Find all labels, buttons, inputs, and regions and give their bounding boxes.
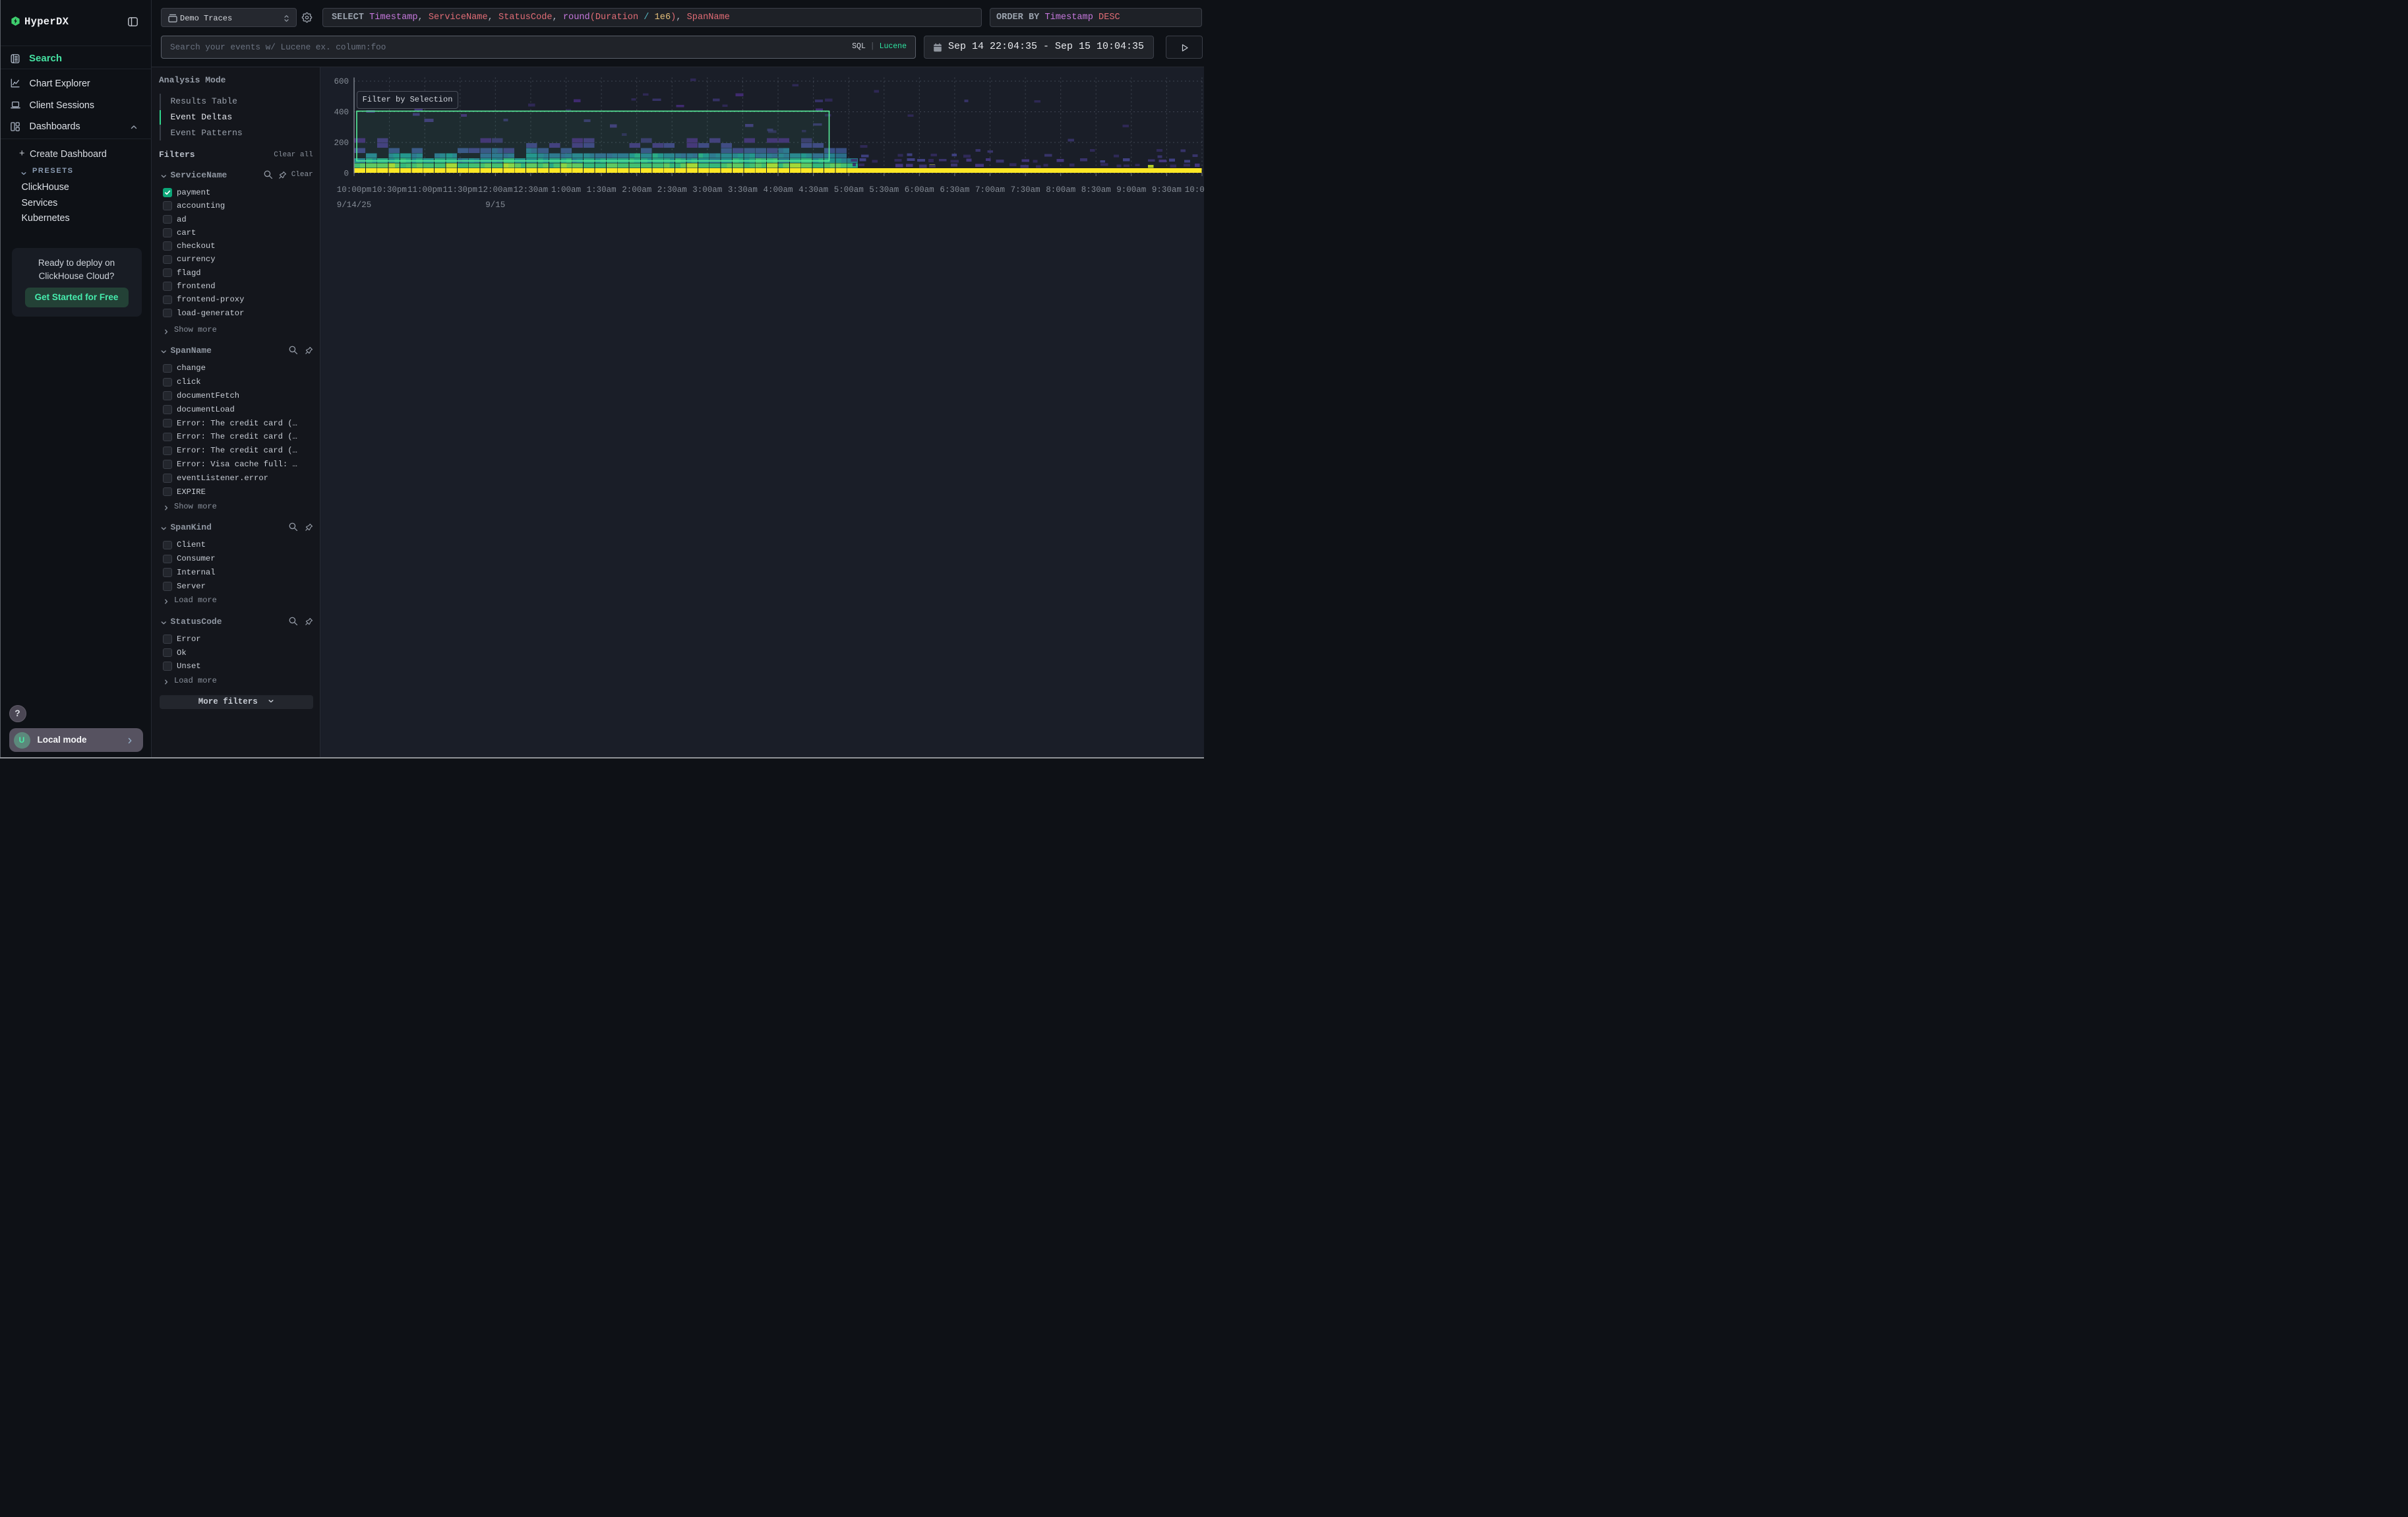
svg-text:2:00am: 2:00am [622,185,651,195]
svg-text:4:30am: 4:30am [798,185,828,195]
svg-text:600: 600 [334,77,349,86]
svg-text:10:00am: 10:00am [1184,185,1204,195]
svg-text:1:30am: 1:30am [586,185,616,195]
svg-text:9/15: 9/15 [485,201,505,210]
svg-text:0: 0 [344,170,349,179]
svg-text:9:30am: 9:30am [1151,185,1181,195]
svg-text:11:30pm: 11:30pm [442,185,477,195]
svg-text:2:30am: 2:30am [657,185,686,195]
svg-text:10:00pm: 10:00pm [336,185,371,195]
svg-text:9/14/25: 9/14/25 [336,201,371,210]
svg-text:9:00am: 9:00am [1116,185,1146,195]
svg-text:200: 200 [334,139,349,148]
svg-text:5:00am: 5:00am [833,185,863,195]
svg-text:3:00am: 3:00am [692,185,722,195]
svg-text:6:30am: 6:30am [940,185,969,195]
svg-text:12:30am: 12:30am [513,185,548,195]
svg-text:7:00am: 7:00am [975,185,1004,195]
svg-text:10:30pm: 10:30pm [372,185,407,195]
svg-text:3:30am: 3:30am [727,185,757,195]
svg-text:4:00am: 4:00am [763,185,793,195]
svg-text:1:00am: 1:00am [551,185,580,195]
svg-text:8:30am: 8:30am [1081,185,1110,195]
svg-text:8:00am: 8:00am [1046,185,1075,195]
svg-text:12:00am: 12:00am [478,185,513,195]
svg-text:7:30am: 7:30am [1010,185,1040,195]
svg-text:6:00am: 6:00am [904,185,934,195]
svg-text:5:30am: 5:30am [869,185,899,195]
svg-text:400: 400 [334,108,349,117]
svg-text:11:00pm: 11:00pm [407,185,442,195]
